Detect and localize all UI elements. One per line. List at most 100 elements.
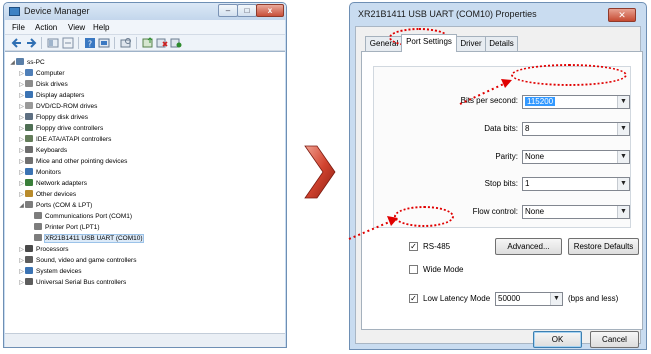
tree-item[interactable]: ▷ IDE ATA/ATAPI controllers bbox=[18, 134, 111, 145]
back-arrow-icon[interactable] bbox=[11, 37, 23, 49]
tree-item[interactable]: ▷ Mice and other pointing devices bbox=[18, 156, 127, 167]
computer-icon bbox=[16, 58, 24, 65]
svg-text:?: ? bbox=[88, 40, 92, 49]
parity-select[interactable]: None ▼ bbox=[522, 150, 630, 164]
mouse-icon bbox=[25, 157, 33, 164]
bits-per-second-select[interactable]: 115200 ▼ bbox=[522, 95, 630, 109]
tree-item[interactable]: Communications Port (COM1) bbox=[27, 211, 132, 222]
tree-item[interactable]: ▷ Sound, video and game controllers bbox=[18, 255, 136, 266]
properties-title: XR21B1411 USB UART (COM10) Properties bbox=[358, 9, 537, 19]
chevron-right-icon bbox=[304, 145, 336, 199]
port-icon bbox=[34, 234, 42, 241]
enable-device-icon[interactable] bbox=[170, 37, 182, 49]
port-settings-panel: Bits per second: 115200 ▼ Data bits: 8 ▼… bbox=[361, 51, 643, 330]
toolbar: ? bbox=[5, 35, 285, 51]
tree-item-label: XR21B1411 USB UART (COM10) bbox=[44, 234, 144, 243]
tree-item[interactable]: ▷ Floppy disk drives bbox=[18, 112, 88, 123]
data-bits-select[interactable]: 8 ▼ bbox=[522, 122, 630, 136]
tab-driver[interactable]: Driver bbox=[456, 36, 486, 51]
device-tree: ◢ ss-PC ▷ Computer ▷ Disk drives ▷ Display adap… bbox=[5, 51, 285, 333]
tree-item-label: Ports (COM & LPT) bbox=[36, 202, 93, 209]
advanced-button[interactable]: Advanced... bbox=[495, 238, 562, 255]
flow-control-select[interactable]: None ▼ bbox=[522, 205, 630, 219]
tree-collapse-icon[interactable]: ◢ bbox=[18, 201, 25, 212]
low-latency-label: Low Latency Mode bbox=[423, 294, 491, 303]
close-button[interactable]: x bbox=[256, 4, 284, 17]
scan-hardware-icon[interactable] bbox=[120, 37, 132, 49]
tab-port-settings[interactable]: Port Settings bbox=[401, 34, 457, 52]
chevron-down-icon: ▼ bbox=[617, 123, 629, 135]
flow-control-label: Flow control: bbox=[472, 207, 518, 216]
update-driver-icon[interactable] bbox=[142, 37, 154, 49]
tree-item[interactable]: Printer Port (LPT1) bbox=[27, 222, 100, 233]
tree-item-label: Communications Port (COM1) bbox=[45, 213, 133, 220]
tree-item[interactable]: ▷ Display adapters bbox=[18, 90, 84, 101]
tree-item[interactable]: ▷ Floppy drive controllers bbox=[18, 123, 103, 134]
rs485-checkbox[interactable]: ✓ bbox=[409, 242, 418, 251]
tab-details[interactable]: Details bbox=[485, 36, 518, 51]
tree-item-label: Universal Serial Bus controllers bbox=[36, 279, 127, 286]
port-icon bbox=[34, 212, 42, 219]
uninstall-device-icon[interactable] bbox=[156, 37, 168, 49]
tree-item[interactable]: ▷ Monitors bbox=[18, 167, 61, 178]
properties-dialog: XR21B1411 USB UART (COM10) Properties ✕ … bbox=[349, 2, 647, 350]
chevron-down-icon: ▼ bbox=[550, 293, 562, 305]
show-hidden-icon[interactable] bbox=[62, 37, 74, 49]
data-bits-label: Data bits: bbox=[484, 124, 518, 133]
usb-icon bbox=[25, 278, 33, 285]
tree-item-label: IDE ATA/ATAPI controllers bbox=[36, 136, 112, 143]
monitor-icon bbox=[25, 168, 33, 175]
forward-arrow-icon[interactable] bbox=[25, 37, 37, 49]
properties-view-icon[interactable] bbox=[47, 37, 59, 49]
tree-item[interactable]: ▷ Keyboards bbox=[18, 145, 67, 156]
tree-item[interactable]: ▷ Other devices bbox=[18, 189, 76, 200]
restore-defaults-button[interactable]: Restore Defaults bbox=[568, 238, 639, 255]
close-button[interactable]: ✕ bbox=[608, 8, 636, 22]
tree-expand-icon[interactable]: ▷ bbox=[18, 278, 25, 289]
tree-item[interactable]: ▷ DVD/CD-ROM drives bbox=[18, 101, 97, 112]
menu-view[interactable]: View bbox=[68, 23, 85, 32]
tree-item[interactable]: ▷ Processors bbox=[18, 244, 69, 255]
maximize-button[interactable]: □ bbox=[237, 4, 257, 17]
chip-icon bbox=[25, 245, 33, 252]
tree-item[interactable]: ▷ Computer bbox=[18, 68, 65, 79]
ok-button[interactable]: OK bbox=[533, 331, 582, 348]
tree-item[interactable]: ◢ Ports (COM & LPT) bbox=[18, 200, 92, 211]
stop-bits-select[interactable]: 1 ▼ bbox=[522, 177, 630, 191]
tab-general[interactable]: General bbox=[365, 36, 403, 51]
tree-item-label: Floppy drive controllers bbox=[36, 125, 104, 132]
help-icon[interactable]: ? bbox=[84, 37, 96, 49]
tree-item[interactable]: ▷ Network adapters bbox=[18, 178, 87, 189]
tree-item-label: Floppy disk drives bbox=[36, 114, 89, 121]
menu-action[interactable]: Action bbox=[35, 23, 57, 32]
parity-label: Parity: bbox=[495, 152, 518, 161]
tree-item[interactable]: ▷ Universal Serial Bus controllers bbox=[18, 277, 126, 288]
tree-item-label: Printer Port (LPT1) bbox=[45, 224, 100, 231]
tree-collapse-icon[interactable]: ◢ bbox=[9, 58, 16, 69]
controller-icon bbox=[25, 135, 33, 142]
menu-file[interactable]: File bbox=[12, 23, 25, 32]
device-manager-window: Device Manager – □ x File Action View He… bbox=[3, 2, 287, 348]
tree-item[interactable]: ▷ System devices bbox=[18, 266, 82, 277]
device-view-icon[interactable] bbox=[98, 37, 110, 49]
minimize-button[interactable]: – bbox=[218, 4, 238, 17]
tree-item-label: Display adapters bbox=[36, 92, 85, 99]
port-icon bbox=[34, 223, 42, 230]
device-manager-titlebar: Device Manager – □ x bbox=[4, 3, 286, 20]
low-latency-suffix: (bps and less) bbox=[568, 294, 619, 303]
computer-icon bbox=[25, 69, 33, 76]
menu-help[interactable]: Help bbox=[93, 23, 109, 32]
tree-item[interactable]: ◢ ss-PC bbox=[9, 57, 45, 68]
wide-mode-checkbox[interactable] bbox=[409, 265, 418, 274]
device-manager-app-icon bbox=[9, 7, 20, 16]
controller-icon bbox=[25, 124, 33, 131]
chevron-down-icon: ▼ bbox=[617, 96, 629, 108]
properties-body: General Port Settings Driver Details Bit… bbox=[355, 26, 643, 348]
chevron-down-icon: ▼ bbox=[617, 206, 629, 218]
low-latency-select[interactable]: 50000 ▼ bbox=[495, 292, 563, 306]
cancel-button[interactable]: Cancel bbox=[590, 331, 639, 348]
bits-per-second-label: Bits per second: bbox=[460, 96, 518, 105]
low-latency-checkbox[interactable]: ✓ bbox=[409, 294, 418, 303]
tree-item[interactable]: ▷ Disk drives bbox=[18, 79, 68, 90]
tree-item[interactable]: XR21B1411 USB UART (COM10) bbox=[27, 233, 144, 244]
